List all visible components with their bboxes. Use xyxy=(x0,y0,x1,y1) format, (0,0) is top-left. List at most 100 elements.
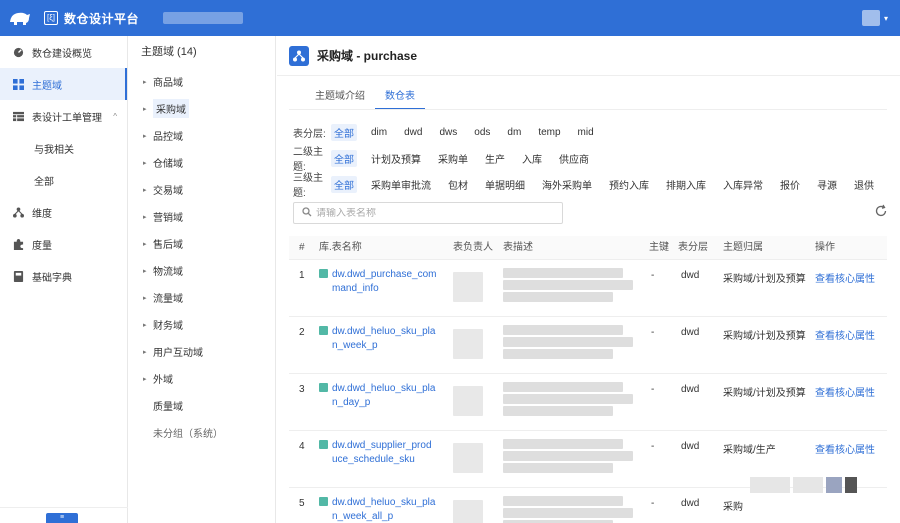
filter-option[interactable]: dwd xyxy=(401,126,425,139)
sidebar-item-mine[interactable]: 与我相关 xyxy=(0,132,127,164)
filter-option[interactable]: ods xyxy=(471,126,493,139)
filter-option[interactable]: 单据明细 xyxy=(482,176,528,193)
caret-right-icon[interactable]: ▸ xyxy=(143,348,153,356)
sidebar-item-dict[interactable]: 基础字典 xyxy=(0,260,127,292)
filter-option[interactable]: 生产 xyxy=(482,150,508,167)
filter-option[interactable]: 全部 xyxy=(331,123,357,141)
tree-item-label: 营销域 xyxy=(153,213,183,224)
tree-item[interactable]: ▸ 采购域 xyxy=(129,95,275,122)
filter-option[interactable]: 海外采购单 xyxy=(539,176,595,193)
filter-option[interactable]: 采购单审批流 xyxy=(368,176,434,193)
tree-item[interactable]: ▸ 商品域 xyxy=(129,68,275,95)
sidebar-item-subject[interactable]: 主题域 xyxy=(0,68,127,100)
table-row[interactable]: 1 dw.dwd_purchase_com mand_info - dwd 采购域/计划及… xyxy=(289,260,887,317)
table-row[interactable]: 2 dw.dwd_heluo_sku_pla n_week_p - dwd 采购域/计划及… xyxy=(289,317,887,374)
sidebar-item-measure[interactable]: 度量 xyxy=(0,228,127,260)
filter-option[interactable]: dws xyxy=(436,126,460,139)
caret-right-icon[interactable]: ▸ xyxy=(143,240,153,248)
table-name-line1[interactable]: dw.dwd_heluo_sku_pla xyxy=(332,497,435,508)
filter-option[interactable]: 退供 xyxy=(851,176,877,193)
table-name-link[interactable]: dw.dwd_supplier_prod uce_schedule_sku xyxy=(319,439,432,467)
filter-option[interactable]: 包材 xyxy=(445,176,471,193)
filter-option[interactable]: mid xyxy=(575,126,597,139)
filter-option[interactable]: dm xyxy=(504,126,524,139)
caret-right-icon[interactable]: ▸ xyxy=(143,105,153,113)
table-name-line2[interactable]: uce_schedule_sku xyxy=(332,454,415,465)
table-name-line1[interactable]: dw.dwd_purchase_com xyxy=(332,269,437,280)
filter-option[interactable]: 供应商 xyxy=(556,150,592,167)
view-core-attributes-link[interactable]: 查看核心属性 xyxy=(815,270,875,285)
caret-right-icon[interactable]: ▸ xyxy=(143,213,153,221)
table-name-line2[interactable]: mand_info xyxy=(332,283,379,294)
tree-item[interactable]: ▸ 外域 xyxy=(129,365,275,392)
table-name-link[interactable]: dw.dwd_heluo_sku_pla n_week_all_p xyxy=(319,496,435,523)
caret-right-icon[interactable]: ▸ xyxy=(143,375,153,383)
view-core-attributes-link[interactable]: 查看核心属性 xyxy=(815,441,875,456)
caret-right-icon[interactable]: ▸ xyxy=(143,159,153,167)
sidebar-item-all[interactable]: 全部 xyxy=(0,164,127,196)
tab-bar: 主题域介绍 数仓表 xyxy=(305,86,425,110)
owner-redacted xyxy=(453,386,483,416)
filter-option[interactable]: dim xyxy=(368,126,390,139)
tree-item-label: 售后域 xyxy=(153,240,183,251)
table-name-line1[interactable]: dw.dwd_supplier_prod xyxy=(332,440,432,451)
caret-right-icon[interactable]: ▸ xyxy=(143,132,153,140)
tree-item[interactable]: ▸ 品控域 xyxy=(129,122,275,149)
tree-item[interactable]: 未分组（系统） xyxy=(129,419,275,446)
caret-right-icon[interactable]: ▸ xyxy=(143,267,153,275)
tree-item[interactable]: 质量域 xyxy=(129,392,275,419)
sidebar-item-overview[interactable]: 数仓建设概览 xyxy=(0,36,127,68)
filter-option[interactable]: 全部 xyxy=(331,149,357,167)
refresh-icon[interactable] xyxy=(873,204,889,220)
filter-option[interactable]: 排期入库 xyxy=(663,176,709,193)
col-action: 操作 xyxy=(815,242,835,253)
elephant-logo-icon[interactable] xyxy=(6,8,34,28)
filter-option[interactable]: 预约入库 xyxy=(606,176,652,193)
table-name-link[interactable]: dw.dwd_purchase_com mand_info xyxy=(319,268,437,296)
tree-item[interactable]: ▸ 用户互动域 xyxy=(129,338,275,365)
table-name-line1[interactable]: dw.dwd_heluo_sku_pla xyxy=(332,326,435,337)
avatar[interactable] xyxy=(861,10,880,26)
project-selector[interactable] xyxy=(163,12,244,24)
view-core-attributes-link[interactable]: 查看核心属性 xyxy=(815,384,875,399)
table-name-line2[interactable]: n_day_p xyxy=(332,397,370,408)
description-redacted xyxy=(503,394,633,404)
filter-option[interactable]: 寻源 xyxy=(814,176,840,193)
tab-tables[interactable]: 数仓表 xyxy=(375,86,425,110)
filter-option[interactable]: 采购单 xyxy=(435,150,471,167)
table-name-line2[interactable]: n_week_all_p xyxy=(332,511,393,522)
tree-item[interactable]: ▸ 流量域 xyxy=(129,284,275,311)
table-name-link[interactable]: dw.dwd_heluo_sku_pla n_week_p xyxy=(319,325,435,353)
table-row[interactable]: 3 dw.dwd_heluo_sku_pla n_day_p - dwd 采购域/计划及预… xyxy=(289,374,887,431)
search-box[interactable] xyxy=(293,202,563,224)
filter-option[interactable]: temp xyxy=(535,126,563,139)
table-name-line1[interactable]: dw.dwd_heluo_sku_pla xyxy=(332,383,435,394)
page-title: 采购域 - purchase xyxy=(317,49,418,63)
sidebar-item-tickets[interactable]: 表设计工单管理 ^ xyxy=(0,100,127,132)
filter-option[interactable]: 计划及预算 xyxy=(368,150,424,167)
collapse-sidebar-button[interactable]: ≡ xyxy=(46,513,78,523)
view-core-attributes-link[interactable]: 查看核心属性 xyxy=(815,327,875,342)
table-name-link[interactable]: dw.dwd_heluo_sku_pla n_day_p xyxy=(319,382,435,410)
sidebar-item-dimension[interactable]: 维度 xyxy=(0,196,127,228)
tree-item[interactable]: ▸ 物流域 xyxy=(129,257,275,284)
tab-intro[interactable]: 主题域介绍 xyxy=(305,86,375,110)
filter-option[interactable]: 入库 xyxy=(519,150,545,167)
table-name-line2[interactable]: n_week_p xyxy=(332,340,378,351)
filter-option[interactable]: 入库异常 xyxy=(720,176,766,193)
filter-label: 三级主题: xyxy=(293,173,323,199)
caret-right-icon[interactable]: ▸ xyxy=(143,294,153,302)
user-menu[interactable]: ▾ xyxy=(861,10,888,26)
tree-item[interactable]: ▸ 营销域 xyxy=(129,203,275,230)
search-input[interactable] xyxy=(316,207,546,219)
caret-right-icon[interactable]: ▸ xyxy=(143,186,153,194)
tree-item[interactable]: ▸ 售后域 xyxy=(129,230,275,257)
filter-option[interactable]: 全部 xyxy=(331,175,357,193)
tree-item[interactable]: ▸ 交易域 xyxy=(129,176,275,203)
filter-option[interactable]: 报价 xyxy=(777,176,803,193)
caret-right-icon[interactable]: ▸ xyxy=(143,321,153,329)
grid-icon xyxy=(12,78,24,90)
tree-item[interactable]: ▸ 仓储域 xyxy=(129,149,275,176)
tree-item[interactable]: ▸ 财务域 xyxy=(129,311,275,338)
caret-right-icon[interactable]: ▸ xyxy=(143,78,153,86)
